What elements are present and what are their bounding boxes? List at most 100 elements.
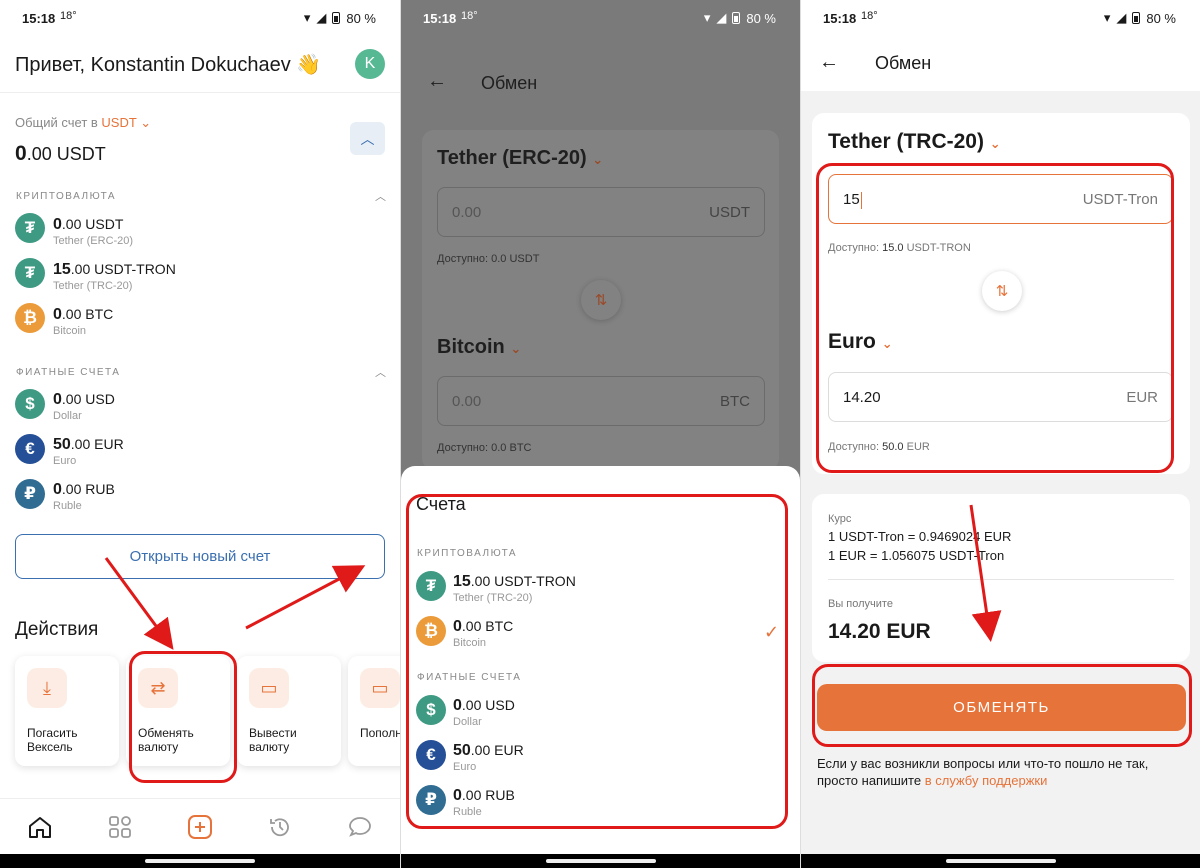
- to-amount-value: 0.00: [452, 393, 482, 410]
- exchange-filled-screen: 15:18 18° ▾ ◢ 80 % ← Обмен Tether (TRC-2…: [801, 0, 1200, 868]
- bitcoin-icon: ₿: [15, 303, 45, 333]
- from-amount-unit: USDT: [709, 204, 750, 221]
- status-bar: 15:18 18° ▾ ◢ 80 %: [801, 0, 1200, 36]
- header-divider: [0, 92, 400, 93]
- services-icon[interactable]: [106, 813, 134, 841]
- action-label: Погасить Вексель: [27, 726, 78, 754]
- home-icon[interactable]: [26, 813, 54, 841]
- battery-icon: [1132, 12, 1141, 24]
- withdraw-currency-action[interactable]: ▭ Вывести валюту: [237, 656, 341, 766]
- open-account-button[interactable]: Открыть новый счет: [15, 534, 385, 579]
- home-gesture-pill[interactable]: [945, 859, 1056, 863]
- wifi-icon: ▾: [1103, 10, 1111, 25]
- repay-bill-action[interactable]: ⤓ Погасить Вексель: [15, 656, 119, 766]
- status-bar: 15:18 18° ▾ ◢ 80 %: [0, 0, 400, 36]
- to-available: Доступно: 0.0 BTC: [437, 442, 532, 454]
- status-icons: ▾ ◢ 80 %: [304, 10, 376, 26]
- system-nav-bar: [801, 854, 1200, 868]
- signal-icon: ◢: [316, 10, 327, 25]
- support-link[interactable]: в службу поддержки: [925, 773, 1048, 788]
- swap-arrows-icon: ⇅: [594, 292, 608, 309]
- back-arrow-icon[interactable]: ←: [427, 70, 447, 93]
- account-name: Dollar: [53, 410, 82, 422]
- collapse-button[interactable]: ︿: [350, 122, 385, 155]
- back-arrow-icon[interactable]: ←: [819, 51, 839, 74]
- account-name: Euro: [53, 455, 77, 467]
- total-label-row: Общий счет в USDT ⌄: [15, 115, 151, 131]
- tether-icon: ₮: [15, 258, 45, 288]
- signal-icon: ◢: [716, 10, 727, 25]
- add-icon[interactable]: [186, 813, 214, 841]
- account-amount: 0.00 USDT: [53, 216, 124, 233]
- history-icon[interactable]: [266, 813, 294, 841]
- to-currency-select[interactable]: Bitcoin ⌄: [437, 336, 521, 359]
- battery-level: 80 %: [346, 10, 376, 26]
- home-gesture-pill[interactable]: [545, 859, 656, 863]
- download-icon: ⤓: [27, 668, 67, 708]
- rate-card: Курс 1 USDT-Tron = 0.9469024 EUR 1 EUR =…: [812, 494, 1190, 662]
- greeting: Привет, Konstantin Dokuchaev 👋: [15, 54, 322, 76]
- status-temp: 18°: [60, 10, 77, 22]
- chevron-up-icon[interactable]: ︿: [375, 188, 386, 204]
- swap-direction-button[interactable]: ⇅: [581, 280, 621, 320]
- annotation-box: [406, 494, 788, 829]
- system-nav-bar: [401, 854, 800, 868]
- from-currency-select[interactable]: Tether (TRC-20) ⌄: [828, 130, 1001, 154]
- from-amount-value: 0.00: [452, 204, 482, 221]
- total-balance: 0.00 USDT: [15, 142, 106, 166]
- exchange-card: Tether (ERC-20) ⌄ 0.00 USDT Доступно: 0.…: [422, 130, 779, 470]
- account-amount: 0.00 RUB: [53, 481, 115, 498]
- wifi-icon: ▾: [303, 10, 311, 25]
- home-gesture-pill[interactable]: [145, 859, 255, 863]
- bottom-navigation: [0, 798, 400, 854]
- chevron-up-icon[interactable]: ︿: [375, 364, 386, 380]
- ruble-icon: ₽: [15, 479, 45, 509]
- app-bar: ← Обмен: [801, 36, 1200, 91]
- total-int: 0: [15, 142, 27, 165]
- avatar[interactable]: K: [355, 49, 385, 79]
- chevron-up-icon: ︿: [360, 130, 375, 147]
- from-amount-input[interactable]: 0.00 USDT: [437, 187, 765, 237]
- status-icons: ▾ ◢ 80 %: [1104, 10, 1176, 26]
- annotation-box: [812, 664, 1192, 747]
- from-currency-select[interactable]: Tether (ERC-20) ⌄: [437, 147, 603, 170]
- system-nav-bar: [0, 854, 400, 868]
- chevron-down-icon: ⌄: [592, 152, 604, 167]
- tether-icon: ₮: [15, 213, 45, 243]
- status-time: 15:18: [423, 11, 457, 26]
- account-name: Ruble: [53, 500, 82, 512]
- to-amount-input[interactable]: 0.00 BTC: [437, 376, 765, 426]
- exchange-account-sheet-screen: 15:18 18° ▾ ◢ 80 % ← Обмен Tether (ERC-2…: [401, 0, 800, 868]
- annotation-box: [816, 163, 1174, 473]
- euro-icon: €: [15, 434, 45, 464]
- chat-icon[interactable]: [346, 813, 374, 841]
- app-bar: ← Обмен: [401, 36, 800, 106]
- account-amount: 15.00 USDT-TRON: [53, 261, 176, 278]
- battery-level: 80 %: [1146, 10, 1176, 26]
- accounts-sheet: Счета КРИПТОВАЛЮТА ₮ 15.00 USDT-TRON Tet…: [401, 466, 800, 856]
- action-label: Вывести валюту: [249, 726, 297, 754]
- wallet-out-icon: ▭: [249, 668, 289, 708]
- total-currency-select[interactable]: USDT: [101, 115, 136, 130]
- wallet-in-icon: ▭: [360, 668, 400, 708]
- page-title: Обмен: [481, 73, 538, 93]
- top-up-action[interactable]: ▭ Пополн счет: [348, 656, 400, 766]
- from-available: Доступно: 0.0 USDT: [437, 253, 540, 265]
- status-bar: 15:18 18° ▾ ◢ 80 %: [401, 0, 800, 36]
- account-name: Tether (ERC-20): [53, 235, 134, 247]
- chevron-down-icon: ⌄: [510, 341, 522, 356]
- receive-value: 14.20 EUR: [828, 620, 931, 643]
- total-label: Общий счет в: [15, 115, 98, 130]
- account-amount: 0.00 BTC: [53, 306, 114, 323]
- dollar-icon: $: [15, 389, 45, 419]
- help-text: Если у вас возникли вопросы или что-то п…: [817, 756, 1149, 788]
- home-screen: 15:18 18° ▾ ◢ 80 % Привет, Konstantin Do…: [0, 0, 400, 868]
- chevron-down-icon: ⌄: [989, 136, 1001, 151]
- wifi-icon: ▾: [703, 10, 711, 25]
- account-amount: 0.00 USD: [53, 391, 115, 408]
- battery-icon: [732, 12, 741, 24]
- page-title: Обмен: [875, 53, 932, 73]
- crypto-section-header: КРИПТОВАЛЮТА: [16, 191, 117, 202]
- rate-divider: [828, 579, 1174, 580]
- account-name: Tether (TRC-20): [53, 280, 133, 292]
